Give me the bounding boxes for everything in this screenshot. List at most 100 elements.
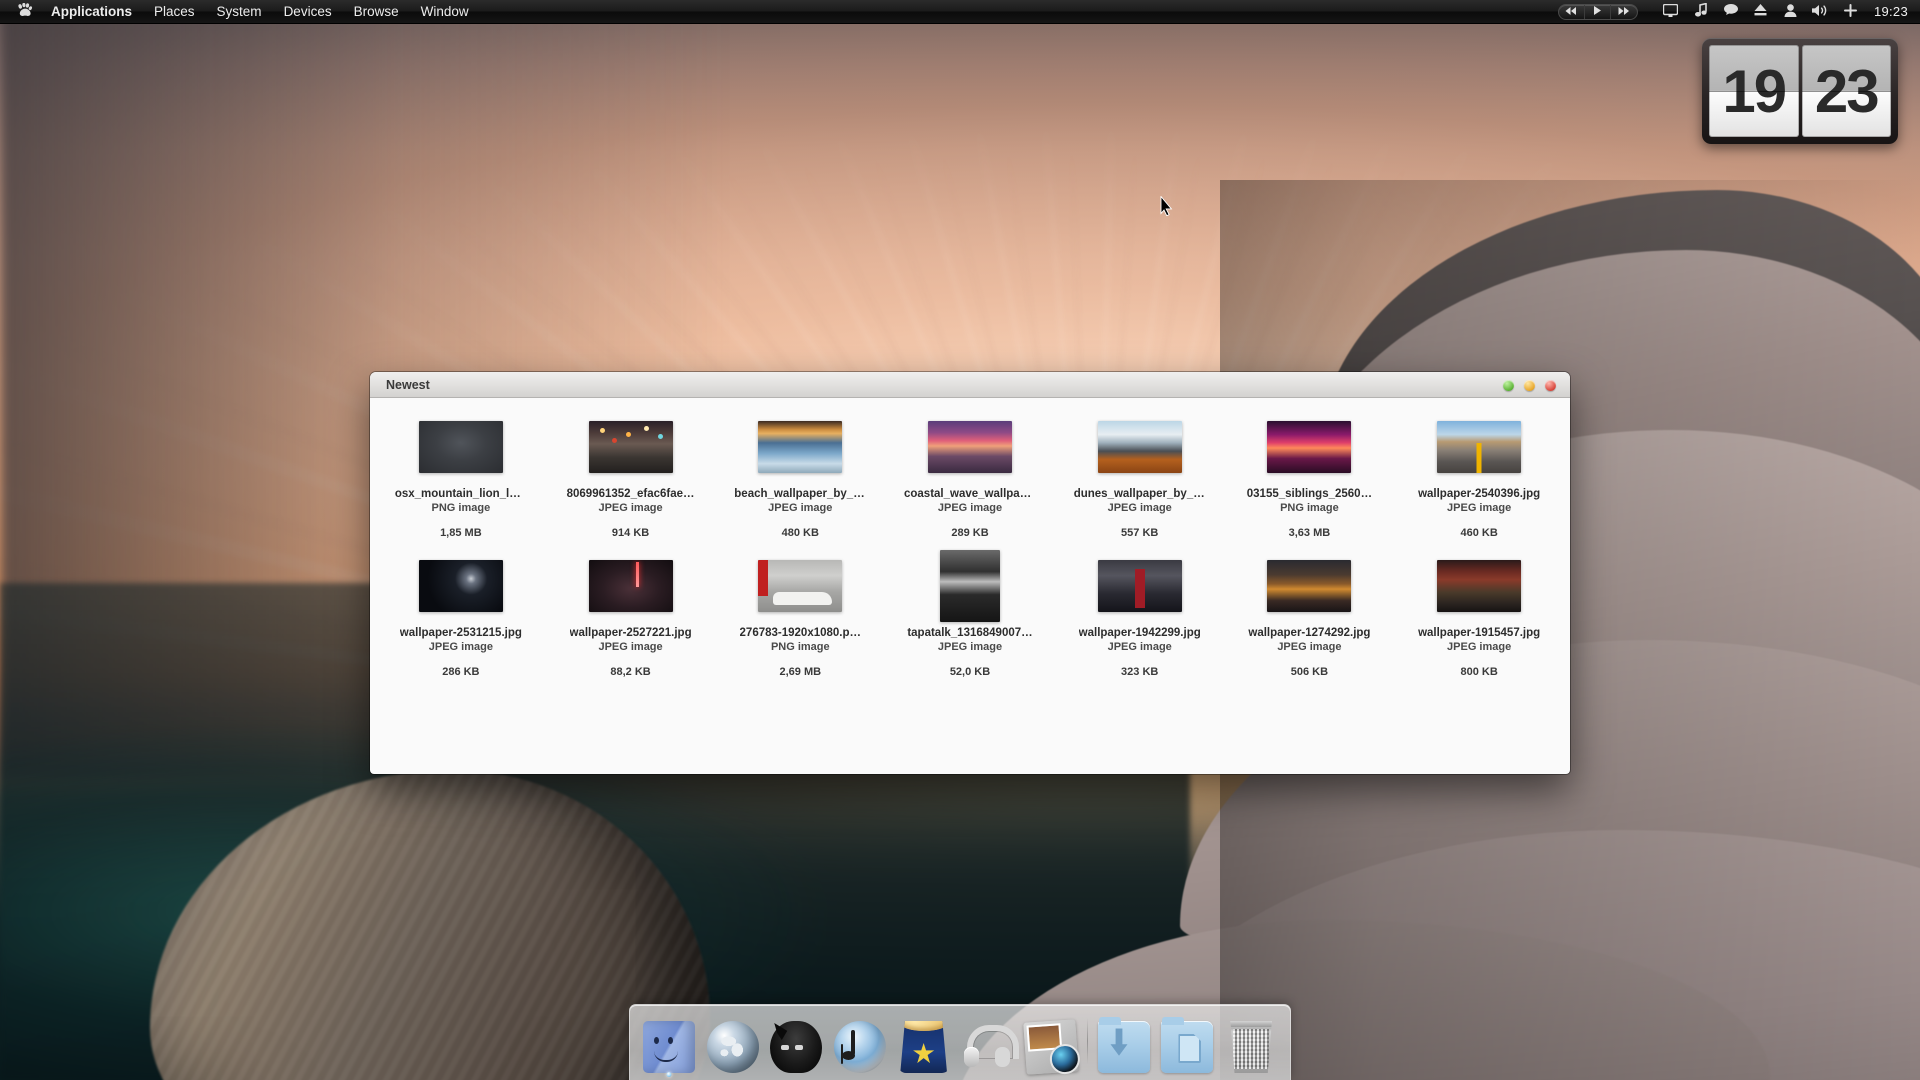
headphones-icon[interactable]: [961, 1021, 1020, 1073]
file-thumbnail: [583, 555, 679, 617]
menu-bar-left: Applications Places System Devices Brows…: [0, 0, 480, 24]
file-type: PNG image: [1280, 502, 1339, 514]
photos-icon[interactable]: [1023, 1019, 1079, 1075]
file-name: 8069961352_efac6fae…: [566, 488, 695, 500]
dock[interactable]: [629, 1004, 1291, 1080]
close-button[interactable]: [1545, 379, 1556, 391]
dock-item[interactable]: [1093, 1008, 1155, 1078]
file-item[interactable]: wallpaper-1274292.jpg JPEG image 506 KB: [1225, 551, 1395, 682]
file-name: 276783-1920x1080.p…: [739, 627, 862, 639]
menu-item-system[interactable]: System: [206, 0, 273, 24]
dock-item[interactable]: [893, 1008, 955, 1078]
file-name: wallpaper-1274292.jpg: [1248, 627, 1371, 639]
chat-bubble-icon[interactable]: [1716, 4, 1746, 19]
file-item[interactable]: wallpaper-2527221.jpg JPEG image 88,2 KB: [546, 551, 716, 682]
music-icon[interactable]: [833, 1021, 886, 1073]
media-controls[interactable]: [1557, 3, 1638, 20]
play-icon[interactable]: [1585, 4, 1611, 19]
thumbnail-image: [1267, 560, 1352, 612]
thumbnail-image: [927, 421, 1012, 473]
dock-item[interactable]: [765, 1008, 827, 1078]
file-thumbnail: [922, 550, 1018, 622]
file-name: tapatalk_1316849007…: [907, 627, 1033, 639]
browser-icon[interactable]: [706, 1021, 759, 1073]
dock-separator: [1086, 1018, 1088, 1064]
menu-item-devices[interactable]: Devices: [273, 0, 343, 24]
file-type: JPEG image: [1447, 641, 1512, 653]
dock-item[interactable]: [638, 1008, 700, 1078]
dock-item[interactable]: [957, 1008, 1020, 1078]
file-item[interactable]: dunes_wallpaper_by_f… JPEG image 557 KB: [1055, 412, 1225, 543]
menu-item-browse[interactable]: Browse: [343, 0, 410, 24]
paw-print-logo-icon[interactable]: [10, 2, 40, 20]
dock-item[interactable]: [1220, 1008, 1282, 1078]
rewind-icon[interactable]: [1559, 4, 1585, 19]
menu-item-applications[interactable]: Applications: [40, 0, 143, 24]
documents-folder-icon[interactable]: [1161, 1017, 1214, 1073]
user-icon[interactable]: [1776, 3, 1806, 20]
thumbnail-image: [418, 560, 503, 612]
thumbnail-image: [1097, 560, 1182, 612]
file-item[interactable]: wallpaper-2540396.jpg JPEG image 460 KB: [1394, 412, 1564, 543]
menu-item-places[interactable]: Places: [143, 0, 206, 24]
file-size: 286 KB: [442, 666, 480, 678]
thumbnail-image: [418, 421, 503, 473]
window-title: Newest: [386, 377, 430, 392]
file-item[interactable]: wallpaper-2531215.jpg JPEG image 286 KB: [376, 551, 546, 682]
file-size: 800 KB: [1460, 666, 1498, 678]
display-icon[interactable]: [1656, 3, 1686, 20]
file-size: 557 KB: [1121, 527, 1159, 539]
file-item[interactable]: 8069961352_efac6fae… JPEG image 914 KB: [546, 412, 716, 543]
file-item[interactable]: 276783-1920x1080.p… PNG image 2,69 MB: [715, 551, 885, 682]
fast-forward-icon[interactable]: [1611, 5, 1637, 19]
minimize-button[interactable]: [1503, 379, 1514, 391]
file-thumbnail: [1092, 416, 1188, 478]
file-item[interactable]: wallpaper-1942299.jpg JPEG image 323 KB: [1055, 551, 1225, 682]
file-type: JPEG image: [1447, 502, 1512, 514]
finder-icon[interactable]: [642, 1021, 695, 1073]
movies-icon[interactable]: [900, 1021, 948, 1073]
file-name: wallpaper-1915457.jpg: [1418, 627, 1541, 639]
file-size: 289 KB: [951, 527, 989, 539]
dock-item[interactable]: [829, 1008, 891, 1078]
trash-icon[interactable]: [1230, 1021, 1272, 1073]
file-item[interactable]: wallpaper-1915457.jpg JPEG image 800 KB: [1394, 551, 1564, 682]
dock-item[interactable]: [1020, 1008, 1082, 1078]
maximize-button[interactable]: [1524, 379, 1535, 391]
batman-app-icon[interactable]: [770, 1021, 823, 1073]
file-thumbnail: [413, 416, 509, 478]
file-name: wallpaper-2540396.jpg: [1418, 488, 1541, 500]
flip-clock-minutes: 23: [1801, 45, 1891, 137]
window-title-bar[interactable]: Newest: [370, 372, 1570, 398]
eject-icon[interactable]: [1746, 4, 1776, 19]
file-thumbnail: [752, 416, 848, 478]
file-item[interactable]: tapatalk_1316849007… JPEG image 52,0 KB: [885, 550, 1055, 682]
file-item[interactable]: osx_mountain_lion_lo… PNG image 1,85 MB: [376, 412, 546, 543]
file-grid: osx_mountain_lion_lo… PNG image 1,85 MB 806…: [370, 398, 1570, 692]
file-type: JPEG image: [1277, 641, 1342, 653]
plus-icon[interactable]: [1836, 3, 1866, 20]
thumbnail-image: [939, 550, 1000, 622]
thumbnail-image: [588, 421, 673, 473]
file-size: 2,69 MB: [779, 666, 822, 678]
downloads-folder-icon[interactable]: [1097, 1017, 1150, 1073]
volume-icon[interactable]: [1806, 4, 1836, 20]
flip-clock-widget[interactable]: 19 23: [1702, 38, 1898, 144]
file-size: 480 KB: [781, 527, 819, 539]
thumbnail-image: [1097, 421, 1182, 473]
menu-item-window[interactable]: Window: [410, 0, 480, 24]
file-thumbnail: [1092, 555, 1188, 617]
file-item[interactable]: 03155_siblings_2560… PNG image 3,63 MB: [1225, 412, 1395, 543]
menubar-clock[interactable]: 19:23: [1874, 4, 1908, 19]
file-manager-window[interactable]: Newest osx_mountain_lion_lo… PNG image 1,8…: [370, 372, 1570, 774]
file-size: 1,85 MB: [440, 527, 482, 539]
thumbnail-image: [1267, 421, 1352, 473]
file-type: JPEG image: [768, 502, 833, 514]
file-thumbnail: [1431, 416, 1527, 478]
music-note-icon[interactable]: [1686, 2, 1716, 20]
dock-item[interactable]: [702, 1008, 764, 1078]
file-item[interactable]: beach_wallpaper_by_f… JPEG image 480 KB: [715, 412, 885, 543]
file-item[interactable]: coastal_wave_wallpap… JPEG image 289 KB: [885, 412, 1055, 543]
dock-item[interactable]: [1157, 1008, 1219, 1078]
file-type: PNG image: [431, 502, 491, 514]
